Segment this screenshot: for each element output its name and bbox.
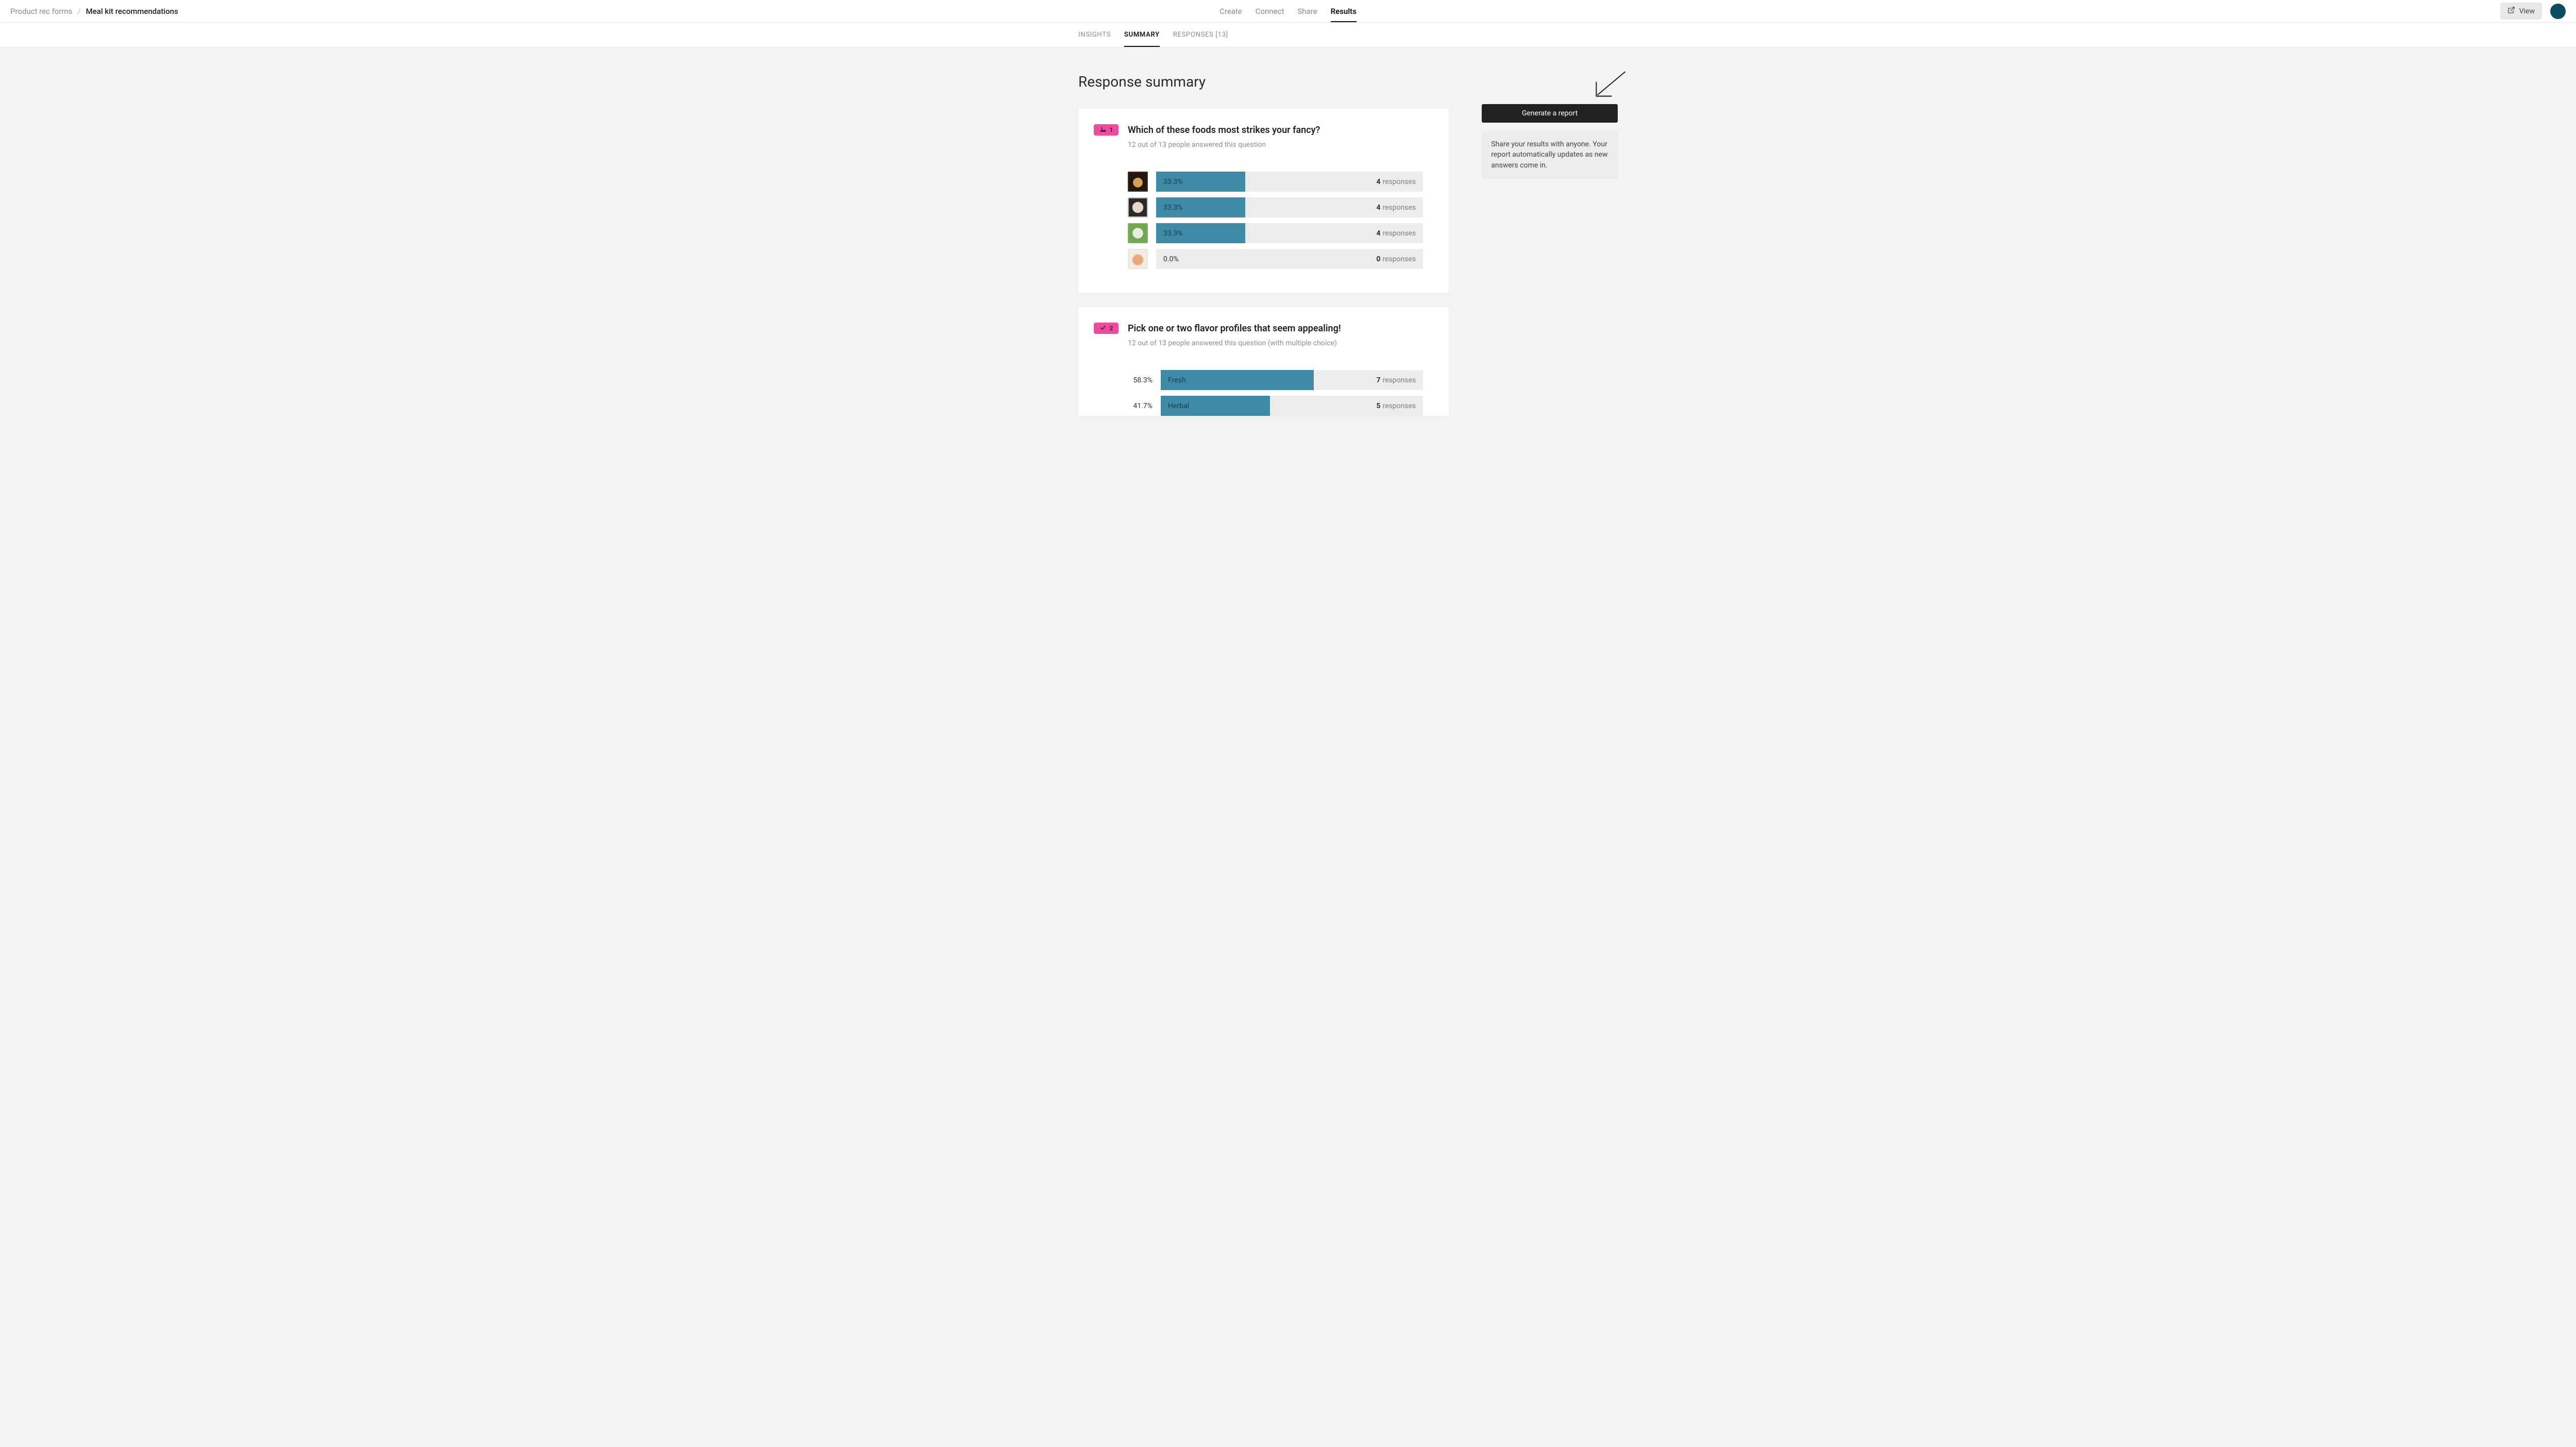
- answer-bar-fill: Fresh: [1161, 370, 1314, 390]
- answer-bar-fill: 33.3%: [1156, 197, 1245, 217]
- view-button[interactable]: View: [2500, 3, 2542, 20]
- answer-bar-fill: 33.3%: [1156, 223, 1245, 243]
- question-card-2: 2 Pick one or two flavor profiles that s…: [1078, 307, 1449, 416]
- tab-results[interactable]: Results: [1331, 1, 1357, 22]
- answer-bar: 33.3% 4responses: [1156, 223, 1423, 243]
- tab-connect[interactable]: Connect: [1256, 1, 1284, 22]
- question-number: 1: [1110, 126, 1113, 133]
- answer-count: 5responses: [1377, 402, 1416, 410]
- page-title: Response summary: [1078, 73, 1449, 90]
- question-title: Which of these foods most strikes your f…: [1128, 125, 1320, 136]
- answer-bar-fill: Herbal: [1161, 396, 1270, 416]
- image-icon: [1099, 126, 1107, 134]
- question-badge-image: 1: [1094, 124, 1118, 136]
- answer-count: 7responses: [1377, 376, 1416, 384]
- tab-share[interactable]: Share: [1297, 1, 1317, 22]
- answer-thumbnail: [1128, 197, 1148, 217]
- answer-row: 41.7% Herbal 5responses: [1128, 396, 1423, 416]
- answer-bar: 33.3% 4responses: [1156, 197, 1423, 217]
- avatar[interactable]: [2550, 4, 2566, 19]
- answer-thumbnail: [1128, 249, 1148, 269]
- answer-row: 33.3% 4responses: [1128, 223, 1423, 243]
- answer-row: 33.3% 4responses: [1128, 172, 1423, 192]
- answer-bar: 0.0% 0responses: [1156, 249, 1423, 269]
- answer-row: 33.3% 4responses: [1128, 197, 1423, 217]
- answer-count: 0responses: [1377, 255, 1416, 263]
- answer-bar-fill: 0.0%: [1156, 249, 1163, 269]
- answer-thumbnail: [1128, 172, 1148, 192]
- subtab-insights[interactable]: INSIGHTS: [1078, 31, 1111, 47]
- external-link-icon: [2507, 6, 2515, 16]
- generate-report-button[interactable]: Generate a report: [1482, 104, 1618, 123]
- answer-count: 4responses: [1377, 178, 1416, 186]
- answer-bar: Fresh 7responses: [1161, 370, 1423, 390]
- question-subtitle: 12 out of 13 people answered this questi…: [1128, 141, 1423, 149]
- report-info-box: Share your results with anyone. Your rep…: [1482, 131, 1618, 179]
- answer-bar: Herbal 5responses: [1161, 396, 1423, 416]
- answer-count: 4responses: [1377, 204, 1416, 212]
- arrow-cue-icon: [1591, 69, 1628, 104]
- view-button-label: View: [2519, 7, 2535, 15]
- answer-row: 58.3% Fresh 7responses: [1128, 370, 1423, 390]
- subtab-summary[interactable]: SUMMARY: [1124, 31, 1160, 47]
- answer-count: 4responses: [1377, 229, 1416, 238]
- answer-pct-left: 58.3%: [1128, 376, 1153, 384]
- question-badge-check: 2: [1094, 323, 1118, 334]
- answer-row: 0.0% 0responses: [1128, 249, 1423, 269]
- tab-create[interactable]: Create: [1219, 1, 1242, 22]
- question-title: Pick one or two flavor profiles that see…: [1128, 323, 1341, 334]
- main-tabs: Create Connect Share Results: [1219, 0, 1357, 22]
- subtab-responses[interactable]: RESPONSES [13]: [1173, 31, 1228, 47]
- breadcrumb-parent[interactable]: Product rec forms: [10, 7, 72, 16]
- breadcrumb-sep: /: [77, 7, 80, 16]
- answer-pct-left: 41.7%: [1128, 402, 1153, 410]
- answer-thumbnail: [1128, 223, 1148, 243]
- breadcrumb-current: Meal kit recommendations: [86, 7, 178, 16]
- breadcrumb: Product rec forms / Meal kit recommendat…: [10, 7, 178, 16]
- check-icon: [1099, 325, 1107, 332]
- question-subtitle: 12 out of 13 people answered this questi…: [1128, 339, 1423, 347]
- answer-bar-fill: 33.3%: [1156, 172, 1245, 192]
- answer-bar: 33.3% 4responses: [1156, 172, 1423, 192]
- question-card-1: 1 Which of these foods most strikes your…: [1078, 109, 1449, 293]
- question-number: 2: [1110, 325, 1113, 332]
